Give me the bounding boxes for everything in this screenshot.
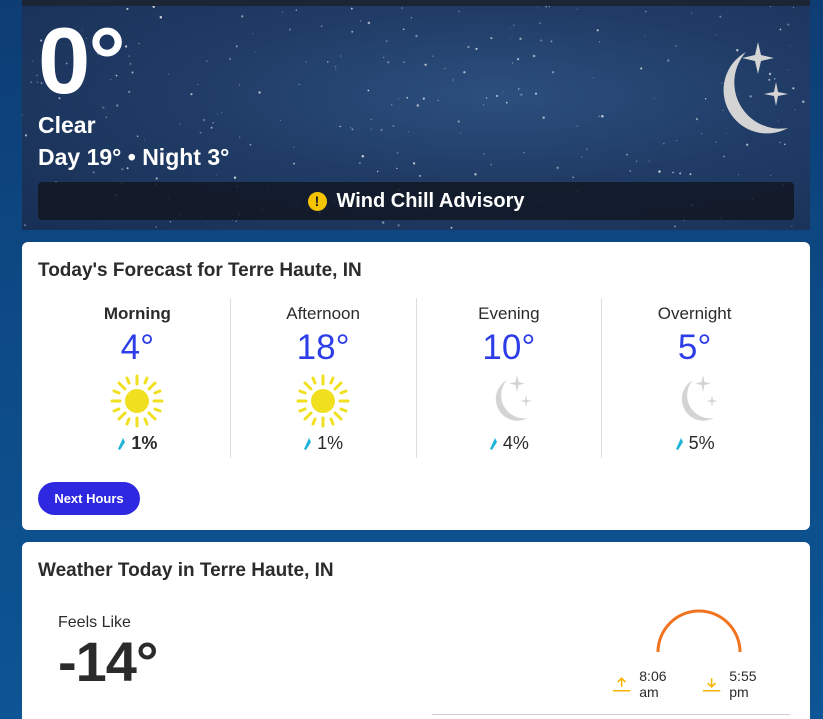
period-name: Afternoon (286, 304, 360, 323)
sunrise-icon (612, 677, 631, 692)
period-temp: 10° (482, 328, 536, 367)
alert-label: Wind Chill Advisory (336, 189, 525, 212)
period-precip: 4% (417, 433, 602, 454)
period-name: Morning (103, 304, 171, 323)
period-name: Evening (478, 304, 540, 323)
sun-arc-icon (656, 609, 742, 653)
sunset: 5:55 pm (702, 668, 778, 700)
feels-like-value: -14° (58, 630, 158, 693)
sun-times: 8:06 am 5:55 pm (612, 668, 792, 700)
wind-chill-advisory-banner[interactable]: ! Wind Chill Advisory (38, 182, 794, 220)
sun-icon (296, 374, 350, 428)
period-afternoon[interactable]: Afternoon 18° 1% (229, 298, 416, 458)
raindrop-icon (118, 437, 126, 450)
period-temp: 18° (296, 328, 350, 367)
period-precip: 5% (602, 433, 787, 454)
raindrop-icon (675, 437, 683, 450)
period-temp: 4° (120, 328, 155, 367)
day-night-temps: Day 19° • Night 3° (38, 144, 230, 170)
weather-today-title: Weather Today in Terre Haute, IN (38, 560, 334, 581)
period-precip: 1% (45, 433, 230, 454)
period-morning[interactable]: Morning 4° 1% (45, 298, 230, 458)
precip-value: 1% (317, 433, 344, 453)
raindrop-icon (489, 437, 497, 450)
sunrise: 8:06 am (612, 668, 688, 700)
precip-value: 4% (502, 433, 529, 453)
sunrise-time: 8:06 am (639, 668, 667, 700)
current-temperature: 0° (38, 8, 126, 113)
sunset-time: 5:55 pm (729, 668, 757, 700)
todays-forecast-card: Today's Forecast for Terre Haute, IN Mor… (22, 242, 810, 530)
warning-icon: ! (307, 191, 327, 211)
period-overnight[interactable]: Overnight 5° 5% (601, 298, 787, 458)
period-temp: 5° (677, 328, 712, 367)
forecast-title: Today's Forecast for Terre Haute, IN (38, 260, 362, 281)
moon-stars-icon (495, 375, 532, 421)
weather-today-card: Weather Today in Terre Haute, IN Feels L… (22, 542, 810, 719)
raindrop-icon (304, 437, 312, 450)
forecast-periods: Morning 4° 1% Afternoon 18° 1% Evening 1… (45, 298, 787, 458)
moon-stars-icon (723, 42, 788, 134)
period-name: Overnight (657, 304, 732, 323)
sunset-icon (702, 678, 721, 692)
period-precip: 1% (231, 433, 416, 454)
period-evening[interactable]: Evening 10° 4% (415, 298, 602, 458)
divider (432, 714, 790, 715)
current-conditions: 0° Clear Day 19° • Night 3° ! Wind Chill… (22, 6, 810, 230)
next-hours-button[interactable]: Next Hours (38, 482, 140, 515)
moon-stars-icon (681, 375, 718, 421)
precip-value: 1% (131, 433, 158, 453)
precip-value: 5% (688, 433, 715, 453)
sun-icon (110, 374, 164, 428)
current-phrase: Clear (38, 112, 96, 138)
